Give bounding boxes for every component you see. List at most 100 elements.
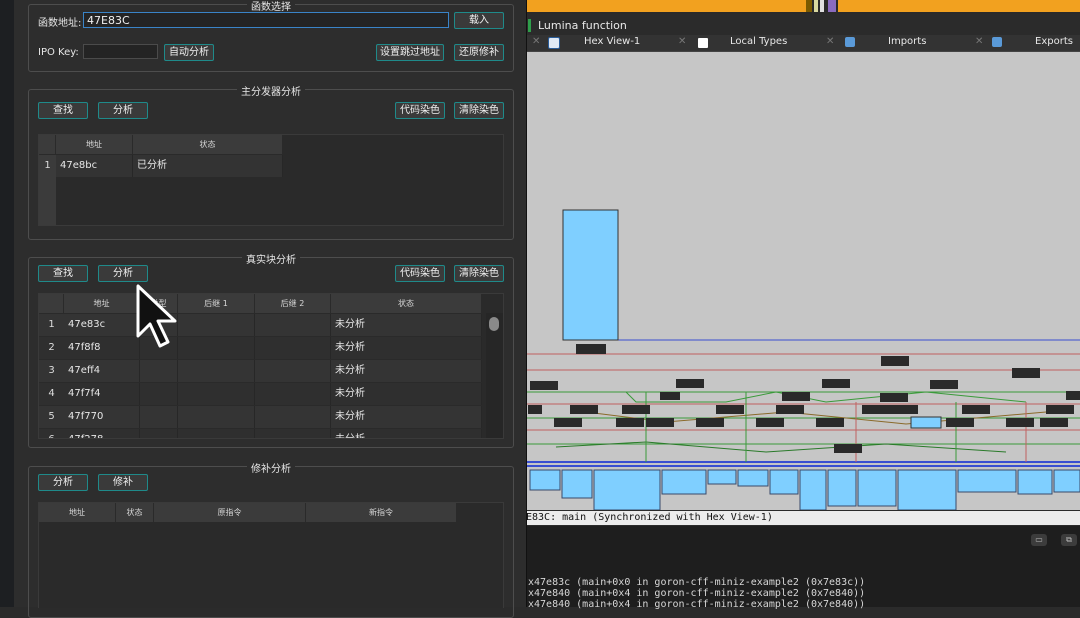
patch-table[interactable]: 地址 状态 原指令 新指令 [38, 502, 504, 608]
real-block-table[interactable]: 地址 类型 后继 1 后继 2 状态 147e83c未分析247f8f8未分析3… [38, 293, 504, 439]
restore-patch-button[interactable]: 还原修补 [454, 44, 504, 61]
real-block-color-button[interactable]: 代码染色 [395, 265, 445, 282]
ipo-key-input[interactable] [83, 44, 158, 59]
hex-view-icon [548, 37, 560, 49]
table-row[interactable]: 1 47e8bc 已分析 [39, 155, 283, 177]
row-address: 47f7f4 [64, 383, 140, 405]
row-empty-cell [140, 406, 178, 428]
graph-status-line: E83C: main (Synchronized with Hex View-1… [526, 511, 1080, 525]
row-empty-cell [178, 314, 255, 336]
set-skip-address-button[interactable]: 设置跳过地址 [376, 44, 444, 61]
dispatcher-analyze-button[interactable]: 分析 [98, 102, 148, 119]
scrollbar-thumb[interactable] [489, 317, 499, 331]
row-status: 未分析 [331, 429, 482, 438]
control-flow-graph [526, 209, 1080, 510]
column-header-original-instruction[interactable]: 原指令 [154, 503, 306, 522]
row-number: 1 [48, 319, 55, 330]
output-log-line: x47e840 (main+0x4 in goron-cff-miniz-exa… [528, 588, 866, 599]
row-empty-cell [178, 406, 255, 428]
table-row[interactable]: 2 47f8f8 未分析 [39, 337, 482, 359]
output-window-restore-icon[interactable]: ▭ [1031, 534, 1047, 546]
nav-band-marker [820, 0, 824, 12]
function-address-label: 函数地址: [38, 18, 82, 29]
dispatcher-table[interactable]: 地址 状态 1 47e8bc 已分析 [38, 134, 504, 226]
row-address: 47e8bc [56, 155, 133, 177]
column-header-status[interactable]: 状态 [116, 503, 154, 522]
tab-close-icon[interactable]: ✕ [532, 36, 540, 47]
table-row[interactable]: 4 47f7f4 未分析 [39, 383, 482, 405]
tab-close-icon[interactable]: ✕ [826, 36, 834, 47]
real-block-clear-color-button[interactable]: 清除染色 [454, 265, 504, 282]
tab-hex-view[interactable]: Hex View-1 [584, 36, 640, 50]
row-empty-cell [178, 337, 255, 359]
table-corner [39, 294, 64, 313]
function-address-input[interactable]: 47E83C [83, 12, 449, 28]
dispatcher-clear-color-button[interactable]: 清除染色 [454, 102, 504, 119]
row-number: 3 [48, 365, 55, 376]
tab-close-icon[interactable]: ✕ [678, 36, 686, 47]
tab-imports[interactable]: Imports [888, 36, 926, 50]
row-number: 5 [48, 411, 55, 422]
real-block-analyze-button[interactable]: 分析 [98, 265, 148, 282]
column-header-address[interactable]: 地址 [56, 135, 133, 154]
row-number: 2 [48, 342, 55, 353]
nav-band-marker [828, 0, 836, 12]
table-row[interactable]: 5 47f770 未分析 [39, 406, 482, 428]
graph-status-text: E83C: main (Synchronized with Hex View-1… [526, 512, 773, 523]
column-header-status[interactable]: 状态 [133, 135, 283, 154]
ipo-key-label: IPO Key: [38, 47, 79, 58]
ida-graph-view[interactable] [526, 52, 1080, 510]
tab-exports[interactable]: Exports [1035, 36, 1073, 50]
row-status: 未分析 [331, 383, 482, 405]
row-empty-cell [255, 360, 331, 382]
output-window-float-icon[interactable]: ⧉ [1061, 534, 1077, 546]
patch-analysis-title: 修补分析 [247, 464, 295, 475]
load-button[interactable]: 载入 [454, 12, 504, 29]
row-number: 1 [39, 155, 56, 177]
column-header-successor-2[interactable]: 后继 2 [255, 294, 331, 313]
table-scrollbar[interactable] [486, 313, 503, 438]
dispatcher-find-button[interactable]: 查找 [38, 102, 88, 119]
row-empty-cell [255, 383, 331, 405]
output-log-line: x47e83c (main+0x0 in goron-cff-miniz-exa… [528, 577, 866, 588]
row-address: 47eff4 [64, 360, 140, 382]
imports-icon [845, 37, 855, 47]
table-corner [39, 135, 56, 154]
column-header-new-instruction[interactable]: 新指令 [306, 503, 457, 522]
table-row[interactable]: 3 47eff4 未分析 [39, 360, 482, 382]
row-status: 未分析 [331, 360, 482, 382]
row-empty-cell [140, 429, 178, 438]
tab-local-types[interactable]: Local Types [730, 36, 787, 50]
row-number: 4 [48, 388, 55, 399]
row-address: 47f8f8 [64, 337, 140, 359]
tab-close-icon[interactable]: ✕ [975, 36, 983, 47]
column-header-address[interactable]: 地址 [64, 294, 140, 313]
output-log-line: x47e840 (main+0x4 in goron-cff-miniz-exa… [528, 599, 866, 610]
row-status: 已分析 [133, 155, 283, 177]
lumina-panel-title: Lumina function [538, 19, 627, 32]
table-row[interactable]: 647f278 未分析 [39, 429, 482, 438]
nav-band-marker [806, 0, 812, 12]
local-types-icon [697, 37, 709, 49]
real-block-analysis-title: 真实块分析 [242, 255, 300, 266]
row-address: 47f770 [64, 406, 140, 428]
real-block-find-button[interactable]: 查找 [38, 265, 88, 282]
column-header-address[interactable]: 地址 [39, 503, 116, 522]
auto-analyze-button[interactable]: 自动分析 [164, 44, 214, 61]
nav-band-code-segment [526, 0, 806, 12]
column-header-status[interactable]: 状态 [331, 294, 482, 313]
dispatcher-color-button[interactable]: 代码染色 [395, 102, 445, 119]
row-status: 未分析 [331, 337, 482, 359]
background-left-strip [0, 0, 14, 607]
table-row[interactable]: 1 47e83c 未分析 [39, 314, 482, 336]
row-status: 未分析 [331, 406, 482, 428]
patch-analyze-button[interactable]: 分析 [38, 474, 88, 491]
nav-band-marker [814, 0, 818, 12]
dispatcher-analysis-title: 主分发器分析 [237, 87, 305, 98]
exports-icon [992, 37, 1002, 47]
row-header-gutter [39, 177, 56, 225]
row-empty-cell [178, 360, 255, 382]
row-empty-cell [178, 429, 255, 438]
patch-apply-button[interactable]: 修补 [98, 474, 148, 491]
column-header-successor-1[interactable]: 后继 1 [178, 294, 255, 313]
